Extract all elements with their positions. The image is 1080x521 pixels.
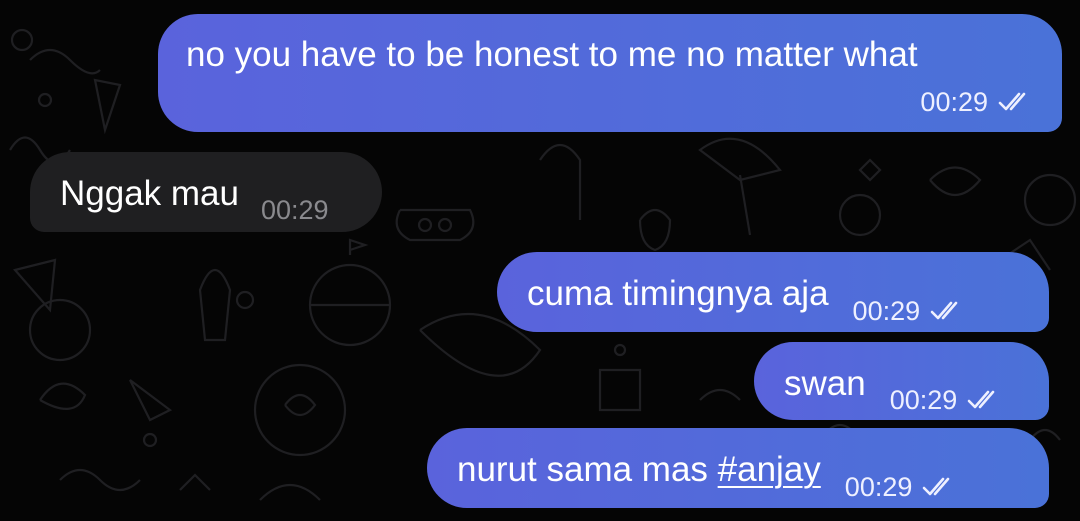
message-time: 00:29 bbox=[852, 296, 921, 326]
message-time: 00:29 bbox=[260, 195, 329, 225]
chat-view: no you have to be honest to me no matter… bbox=[0, 0, 1080, 521]
double-check-icon bbox=[967, 390, 995, 409]
double-check-icon bbox=[930, 301, 958, 320]
outgoing-message-bubble[interactable]: cuma timingnya aja 00:29 bbox=[497, 252, 1049, 332]
incoming-message-bubble[interactable]: Nggak mau 00:29 bbox=[30, 152, 382, 232]
message-text: no you have to be honest to me no matter… bbox=[186, 35, 918, 74]
outgoing-message-bubble[interactable]: no you have to be honest to me no matter… bbox=[158, 14, 1062, 132]
message-time: 00:29 bbox=[844, 472, 913, 502]
message-text-prefix: nurut sama mas bbox=[457, 450, 718, 489]
double-check-icon bbox=[998, 92, 1026, 111]
message-text: swan bbox=[784, 364, 866, 403]
message-text: nurut sama mas #anjay bbox=[457, 450, 821, 508]
message-meta: 00:29 bbox=[261, 190, 329, 230]
message-time: 00:29 bbox=[920, 87, 988, 117]
outgoing-message-bubble[interactable]: nurut sama mas #anjay 00:29 bbox=[427, 428, 1049, 508]
message-meta: 00:29 bbox=[845, 466, 957, 508]
message-text: cuma timingnya aja bbox=[527, 274, 829, 313]
hashtag-link[interactable]: #anjay bbox=[718, 450, 821, 489]
double-check-icon bbox=[923, 477, 950, 496]
message-meta: 00:29 bbox=[890, 380, 1002, 420]
message-meta: 00:29 bbox=[853, 290, 965, 332]
message-text: Nggak mau bbox=[60, 174, 239, 213]
outgoing-message-bubble[interactable]: swan 00:29 bbox=[754, 342, 1049, 420]
message-time: 00:29 bbox=[889, 385, 958, 415]
message-meta: 00:29 bbox=[920, 82, 1032, 122]
